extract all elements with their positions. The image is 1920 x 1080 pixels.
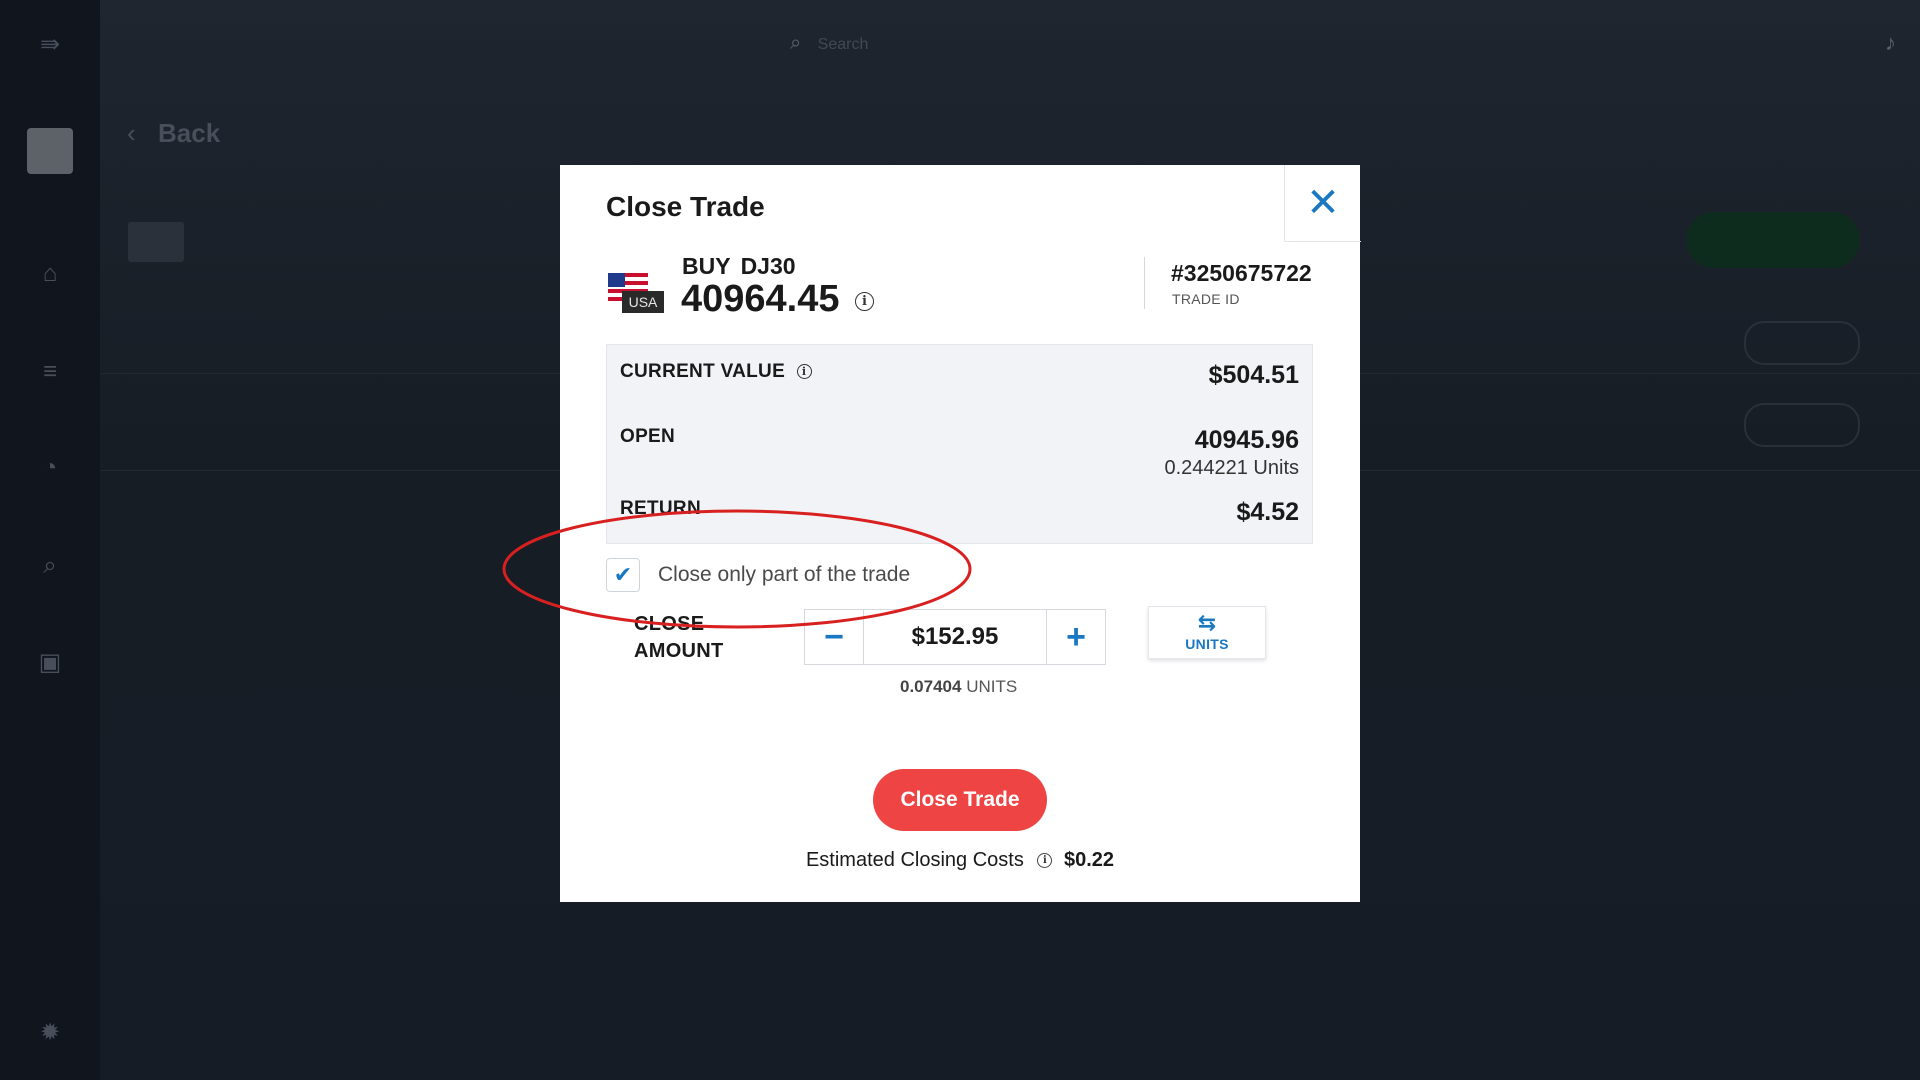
estimated-costs-label: Estimated Closing Costs: [805, 849, 1024, 871]
open-label: OPEN: [620, 426, 676, 447]
trade-symbol: DJ30: [740, 253, 796, 279]
open-units: 0.244221 Units: [1164, 457, 1299, 479]
info-icon[interactable]: i: [855, 292, 874, 311]
estimated-closing-costs: Estimated Closing Costs i $0.22: [560, 849, 1360, 872]
plus-icon[interactable]: +: [1046, 610, 1105, 664]
close-trade-dialog: Close Trade ✕ USA BUY DJ30 40964.45 i #32…: [560, 165, 1361, 902]
swap-icon: ⇆: [1197, 610, 1217, 635]
flag-label: USA: [629, 294, 658, 310]
check-icon: ✔: [613, 562, 633, 587]
trade-id-label: TRADE ID: [1172, 291, 1240, 307]
close-trade-button[interactable]: Close Trade: [873, 769, 1047, 831]
close-amount-stepper: − +: [804, 609, 1106, 665]
trade-summary-panel: CURRENT VALUE i $504.51 OPEN 40945.96 0.…: [606, 344, 1313, 544]
current-value-label-text: CURRENT VALUE: [620, 361, 786, 382]
info-icon[interactable]: i: [796, 364, 812, 380]
trade-side: BUY: [682, 253, 731, 279]
units-value: 0.07404: [900, 677, 962, 696]
close-amount-label: CLOSE AMOUNT: [634, 613, 724, 662]
info-icon[interactable]: i: [1037, 853, 1053, 869]
trade-price: 40964.45: [681, 278, 840, 320]
current-value-label: CURRENT VALUE i: [620, 361, 812, 383]
open-price: 40945.96: [1194, 426, 1299, 454]
close-amount-input[interactable]: [864, 610, 1046, 664]
header-divider: [1144, 257, 1145, 309]
dialog-title: Close Trade: [606, 191, 765, 222]
partial-close-label[interactable]: Close only part of the trade: [658, 563, 910, 587]
partial-close-checkbox[interactable]: ✔: [606, 558, 640, 592]
units-label: UNITS: [966, 677, 1018, 696]
close-icon[interactable]: ✕: [1284, 165, 1361, 242]
current-value: $504.51: [1208, 361, 1299, 389]
minus-icon[interactable]: −: [805, 610, 864, 664]
units-toggle-button[interactable]: ⇆ UNITS: [1148, 606, 1266, 659]
usa-flag-icon: USA: [608, 273, 664, 313]
trade-id: #3250675722: [1171, 260, 1312, 286]
trade-direction: BUY DJ30: [682, 253, 806, 280]
return-label: RETURN: [620, 498, 701, 519]
units-toggle-label: UNITS: [1185, 636, 1229, 652]
units-conversion: 0.07404 UNITS: [900, 677, 1017, 697]
estimated-costs-value: $0.22: [1063, 849, 1115, 871]
return-value: $4.52: [1236, 498, 1299, 526]
